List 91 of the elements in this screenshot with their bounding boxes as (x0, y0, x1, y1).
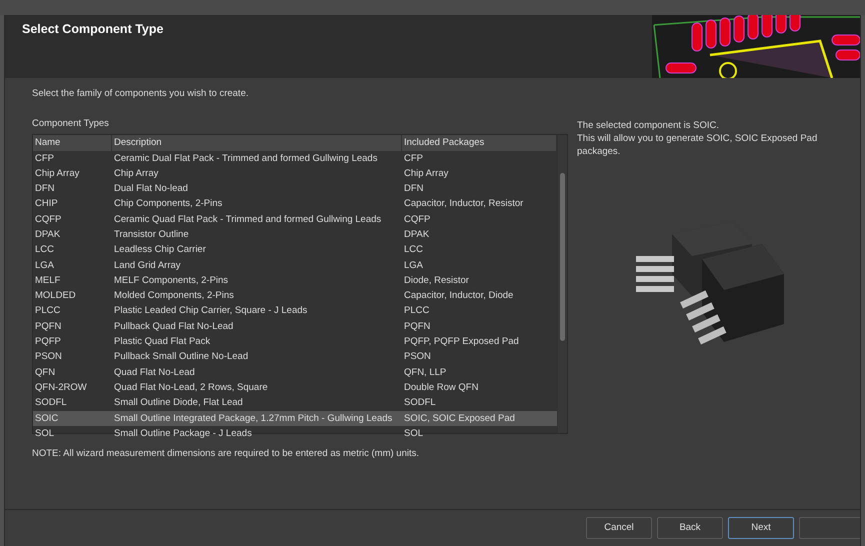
table-label: Component Types (32, 117, 110, 131)
table-cell-text: PQFN (403, 320, 432, 334)
scrollbar-thumb[interactable] (560, 173, 565, 341)
dialog-button[interactable]: Next (728, 517, 794, 539)
table-row[interactable]: PLCC Plastic Leaded Chip Carrier, Square - J Leads PLCC (33, 304, 557, 320)
table-cell-text: CQFP (403, 212, 432, 227)
table-cell-text: Plastic Quad Flat Pack (113, 335, 212, 350)
column-header[interactable]: Name (33, 135, 112, 151)
table-cell-text: CQFP (34, 212, 62, 227)
table-cell-text: CHIP (34, 197, 59, 212)
table-cell-text: CFP (34, 152, 55, 166)
table-row[interactable]: MOLDED Molded Components, 2-Pins Capacitor, Inductor, Diode (33, 288, 557, 304)
table-cell-text: LCC (34, 243, 56, 258)
table-row[interactable]: Chip Array Chip Array Chip Array (33, 166, 557, 182)
table-cell-text: Land Grid Array (113, 258, 182, 273)
table-cell-text: PQFP (34, 335, 62, 350)
table-row[interactable]: SOIC Small Outline Integrated Package, 1.27mm Pitch - Gullwing Leads SOIC, SOIC Exposed Pad (33, 411, 557, 426)
table-row[interactable]: CHIP Chip Components, 2-Pins Capacitor, Inductor, Resistor (33, 196, 557, 212)
table-cell-text: SOL (34, 426, 56, 441)
table-cell-text: MELF (34, 274, 62, 288)
table-row[interactable]: DPAK Transistor Outline DPAK (33, 227, 557, 243)
column-header[interactable]: Included Packages (402, 135, 557, 151)
table-cell-text: LGA (34, 258, 56, 273)
table-cell-text: Pullback Quad Flat No-Lead (113, 320, 234, 334)
table-row[interactable]: PQFN Pullback Quad Flat No-Lead PQFN (33, 319, 557, 335)
table-cell-text: SODFL (34, 396, 68, 410)
table-cell-text: MOLDED (34, 289, 77, 304)
table-cell-text: Quad Flat No-Lead (113, 366, 196, 380)
table-row[interactable]: QFN Quad Flat No-Lead QFN, LLP (33, 365, 557, 380)
table-cell-text: Double Row QFN (403, 380, 480, 395)
note-text: NOTE: All wizard measurement dimensions are required to be entered as metric (mm) units. (32, 447, 420, 461)
table-cell-text: DFN (403, 182, 425, 196)
table-cell-text: LGA (403, 258, 424, 273)
table-cell-text: Molded Components, 2-Pins (113, 289, 235, 304)
table-row[interactable]: PSON Pullback Small Outline No-Lead PSON (33, 350, 557, 366)
dialog-button[interactable]: Cancel (586, 517, 652, 539)
table-cell-text: PLCC (403, 304, 430, 318)
table-cell-text: CFP (403, 152, 424, 166)
table-cell-text: Capacitor, Inductor, Resistor (403, 197, 524, 212)
table-cell-text: Small Outline Package - J Leads (113, 426, 253, 441)
table-cell-text: DPAK (403, 228, 430, 242)
table-cell-text: Capacitor, Inductor, Diode (403, 289, 514, 304)
table-cell-text: SOIC (34, 412, 60, 426)
table-cell-text: MELF Components, 2-Pins (113, 274, 230, 288)
table-cell-text: PSON (34, 350, 63, 364)
table-cell-text: QFN-2ROW (34, 380, 88, 395)
table-row[interactable]: LCC Leadless Chip Carrier LCC (33, 242, 557, 258)
table-cell-text: Pullback Small Outline No-Lead (113, 350, 250, 364)
table-row[interactable]: LGA Land Grid Array LGA (33, 258, 557, 274)
table-cell-text: SODFL (403, 396, 437, 410)
table-cell-text: Small Outline Diode, Flat Lead (113, 396, 244, 410)
dialog-button[interactable]: Back (657, 517, 723, 539)
table-row[interactable]: MELF MELF Components, 2-Pins Diode, Resistor (33, 273, 557, 289)
table-cell-text: PQFN (34, 320, 62, 334)
dialog-button[interactable] (799, 517, 860, 539)
info-text: This will allow you to generate SOIC, SOIC Exposed Pad packages. (577, 132, 818, 158)
table-cell-text: SOL (403, 426, 424, 441)
table-cell-text: Quad Flat No-Lead, 2 Rows, Square (113, 380, 269, 395)
table-cell-text: QFN (34, 366, 56, 380)
table-cell-text: DFN (34, 182, 56, 196)
table-cell-text: Chip Array (113, 166, 160, 181)
table-cell-text: DPAK (34, 228, 62, 242)
table-cell-text: Chip Array (34, 166, 80, 181)
table-row[interactable]: CQFP Ceramic Quad Flat Pack - Trimmed and formed Gullwing Leads CQFP (33, 212, 557, 228)
table-row[interactable]: DFN Dual Flat No-lead DFN (33, 182, 557, 197)
table-cell-text: LCC (403, 243, 424, 258)
table-cell-text: PLCC (34, 304, 62, 318)
table-cell-text: PQFP, PQFP Exposed Pad (403, 335, 520, 350)
table-cell-text: SOIC, SOIC Exposed Pad (403, 412, 516, 426)
table-cell-text: Small Outline Integrated Package, 1.27mm Pitch - Gullwing Leads (113, 412, 394, 426)
table-row[interactable]: SOL Small Outline Package - J Leads SOL (33, 426, 557, 442)
instruction-text: Select the family of components you wish to create. (32, 87, 250, 101)
table-cell-text: Diode, Resistor (403, 274, 470, 288)
column-header[interactable]: Description (112, 135, 402, 151)
table-cell-text: Ceramic Dual Flat Pack - Trimmed and formed Gullwing Leads (113, 152, 378, 166)
table-cell-text: Chip Array (403, 166, 450, 181)
table-row[interactable]: QFN-2ROW Quad Flat No-Lead, 2 Rows, Square Double Row QFN (33, 380, 557, 396)
table-row[interactable]: CFP Ceramic Dual Flat Pack - Trimmed and formed Gullwing Leads CFP (33, 151, 557, 166)
table-cell-text: Transistor Outline (113, 228, 190, 242)
table-cell-text: Plastic Leaded Chip Carrier, Square - J Leads (113, 304, 308, 318)
scrollbar[interactable] (558, 135, 567, 433)
info-text: The selected component is SOIC. (577, 119, 720, 132)
page-title: Select Component Type (22, 21, 164, 36)
table-cell-text: Ceramic Quad Flat Pack - Trimmed and formed Gullwing Leads (113, 212, 382, 227)
table-row[interactable]: SODFL Small Outline Diode, Flat Lead SODFL (33, 396, 557, 412)
table-cell-text: PSON (403, 350, 432, 364)
table-cell-text: Leadless Chip Carrier (113, 243, 207, 258)
table-cell-text: QFN, LLP (403, 366, 448, 380)
table-cell-text: Chip Components, 2-Pins (113, 197, 224, 212)
table-row[interactable]: PQFP Plastic Quad Flat Pack PQFP, PQFP Exposed Pad (33, 334, 557, 350)
table-cell-text: Dual Flat No-lead (113, 182, 189, 196)
